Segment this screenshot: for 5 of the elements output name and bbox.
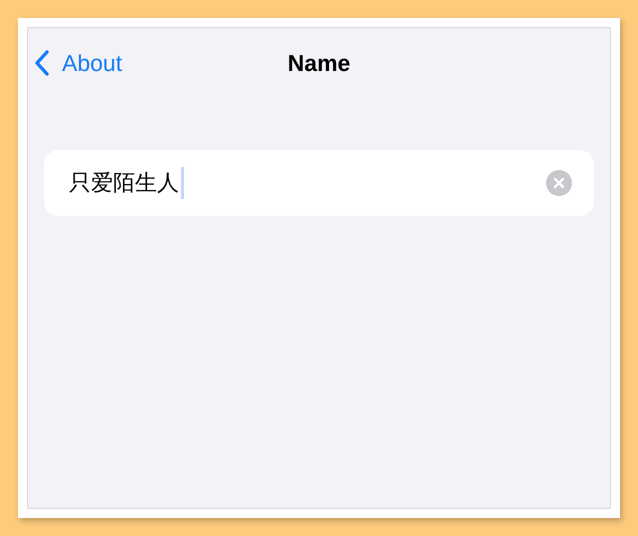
clear-icon[interactable]	[546, 170, 572, 196]
back-button[interactable]: About	[28, 50, 122, 76]
name-field[interactable]: 只爱陌生人	[44, 150, 594, 216]
back-chevron-icon	[34, 50, 50, 76]
screen-title: Name	[288, 50, 350, 76]
